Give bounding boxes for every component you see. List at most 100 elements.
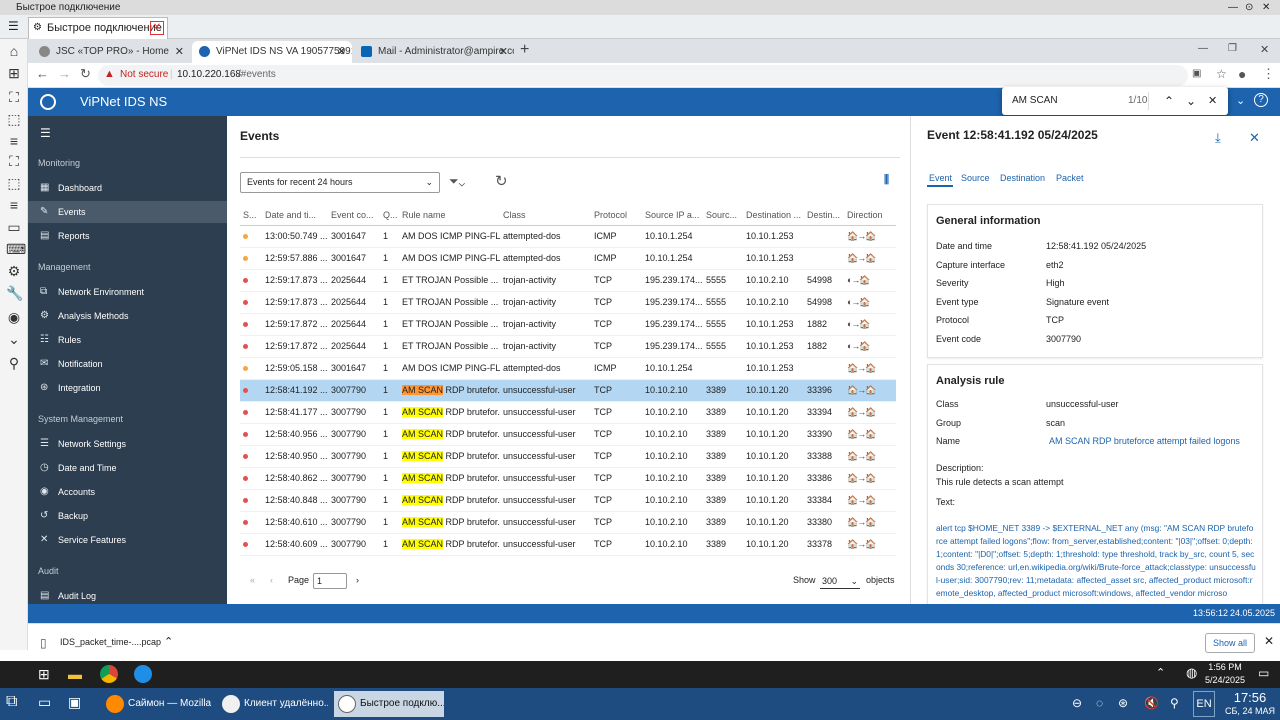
hamburger-icon[interactable]: ☰ <box>40 126 51 140</box>
key-icon[interactable]: ▣ <box>1192 68 1201 79</box>
close-tab-icon[interactable]: ✕ <box>150 21 164 35</box>
table-row[interactable]: 12:58:40.610 ... 3007790 1 AM SCAN RDP brut… <box>240 511 896 534</box>
column-header[interactable]: Class <box>500 205 591 226</box>
column-header[interactable]: Destin... <box>804 205 844 226</box>
tray-chevron-icon[interactable]: ⌃ <box>1156 666 1165 679</box>
fullscreen-icon[interactable]: ⛶ <box>6 89 22 105</box>
table-row[interactable]: 12:59:17.872 ... 2025644 1 ET TROJAN Possib… <box>240 335 896 358</box>
minimize-icon[interactable]: — <box>1198 43 1208 54</box>
close-tab-icon[interactable]: ✕ <box>499 41 508 63</box>
fit-icon[interactable]: ⬚ <box>6 111 22 127</box>
windows-start-icon[interactable]: ⊞ <box>38 666 50 683</box>
keyboard-icon[interactable]: ⌨ <box>6 241 26 257</box>
screen-icon[interactable]: ▭ <box>6 219 22 235</box>
filter-icon[interactable]: ⏷⌄ <box>449 174 465 189</box>
tray-icon-3[interactable]: ⊛ <box>1118 696 1128 710</box>
table-row[interactable]: 13:00:50.749 ... 3001647 1 AM DOS ICMP PING… <box>240 225 896 248</box>
columns-icon[interactable]: ⫼ <box>884 174 889 187</box>
expand-icon[interactable]: ⛶ <box>6 153 22 169</box>
tab-destination[interactable]: Destination <box>1000 173 1045 183</box>
language-indicator[interactable]: EN <box>1193 691 1215 717</box>
restore-icon[interactable]: ❐ <box>1228 43 1237 54</box>
table-row[interactable]: 12:59:17.873 ... 2025644 1 ET TROJAN Possib… <box>240 291 896 314</box>
next-page-icon[interactable]: › <box>356 575 359 585</box>
chevron-down-icon[interactable]: ⌄ <box>6 331 22 347</box>
download-icon[interactable]: ⤓ <box>1215 130 1221 146</box>
find-prev-icon[interactable]: ⌃ <box>1164 87 1174 115</box>
column-header[interactable]: Event co... <box>328 205 380 226</box>
sidebar-item-service-features[interactable]: ✕ Service Features <box>28 529 227 551</box>
close-detail-icon[interactable]: ✕ <box>1249 130 1260 146</box>
show-all-button[interactable]: Show all <box>1205 633 1255 653</box>
table-row[interactable]: 12:59:17.872 ... 2025644 1 ET TROJAN Possib… <box>240 313 896 336</box>
taskbar-firefox[interactable]: Саймон — Mozilla ... <box>102 691 212 717</box>
disconnect-icon[interactable]: ⚲ <box>6 355 22 371</box>
download-file-name[interactable]: IDS_packet_time-....pcap <box>60 637 161 647</box>
table-row[interactable]: 12:58:41.177 ... 3007790 1 AM SCAN RDP brut… <box>240 401 896 424</box>
taskbar-remote-client[interactable]: Клиент удалённо... <box>218 691 328 717</box>
column-header[interactable]: Rule name <box>399 205 500 226</box>
table-row[interactable]: 12:58:40.950 ... 3007790 1 AM SCAN RDP brut… <box>240 445 896 468</box>
sidebar-item-backup[interactable]: ↺ Backup <box>28 505 227 527</box>
column-header[interactable]: Destination ... <box>743 205 804 226</box>
wrench-icon[interactable]: 🔧 <box>6 285 23 301</box>
tab-event[interactable]: Event <box>929 173 952 183</box>
reload-icon[interactable]: ↻ <box>80 66 91 82</box>
sidebar-item-events[interactable]: ✎ Events <box>28 201 227 223</box>
files-icon[interactable]: ▣ <box>68 694 81 711</box>
more-icon[interactable]: ⋮ <box>1262 66 1275 82</box>
find-next-icon[interactable]: ⌄ <box>1186 87 1196 115</box>
browser-tab-ids[interactable]: ViPNet IDS NS VA 1905775991 - V ✕ <box>192 41 352 63</box>
mute-icon[interactable]: 🔇 <box>1144 696 1159 710</box>
column-header[interactable]: Sourc... <box>703 205 743 226</box>
sidebar-item-network-settings[interactable]: ☰ Network Settings <box>28 433 227 455</box>
chevron-down-icon[interactable]: ⌄ <box>1236 94 1245 107</box>
back-icon[interactable]: ← <box>36 66 49 81</box>
tray-icon-2[interactable]: ◌ <box>1096 696 1103 710</box>
browser-tab-mail[interactable]: Mail - Administrator@ampire.com ✕ <box>354 41 514 63</box>
home-icon[interactable]: ⌂ <box>6 43 22 59</box>
tray-icon-1[interactable]: ⊖ <box>1072 696 1082 710</box>
table-row[interactable]: 12:59:57.886 ... 3001647 1 AM DOS ICMP PING… <box>240 247 896 270</box>
sidebar-item-integration[interactable]: ⊛ Integration <box>28 377 227 399</box>
page-input[interactable]: 1 <box>313 573 347 589</box>
maximize-icon[interactable]: ⊙ <box>1245 0 1253 15</box>
taskbar-quick-connect[interactable]: Быстрое подклю... <box>334 691 444 717</box>
network-icon[interactable]: ◍ <box>1186 665 1197 681</box>
address-bar[interactable]: ▲ Not secure | 10.10.220.168 /#events ▣ … <box>98 65 1227 86</box>
desktop-icon[interactable]: ▭ <box>38 694 51 711</box>
close-tab-icon[interactable]: ✕ <box>337 41 346 63</box>
camera-icon[interactable]: ◉ <box>6 309 22 325</box>
find-input[interactable]: AM SCAN <box>1012 87 1058 115</box>
tray-network-icon[interactable]: ⚲ <box>1170 696 1179 710</box>
column-header[interactable]: Source IP a... <box>642 205 703 226</box>
settings-icon[interactable]: ⚙ <box>6 263 22 279</box>
edge-icon[interactable] <box>134 665 152 683</box>
minimize-icon[interactable]: — <box>1228 0 1238 15</box>
table-row[interactable]: 12:58:40.862 ... 3007790 1 AM SCAN RDP brut… <box>240 467 896 490</box>
new-tab-icon[interactable]: + <box>520 41 529 59</box>
help-icon[interactable]: ? <box>1254 93 1268 107</box>
add-icon[interactable]: ⊞ <box>6 65 22 81</box>
profile-icon[interactable]: ● <box>1238 66 1246 82</box>
sidebar-item-reports[interactable]: ▤ Reports <box>28 225 227 247</box>
close-window-icon[interactable]: ✕ <box>1260 43 1269 56</box>
sidebar-item-date-time[interactable]: ◷ Date and Time <box>28 457 227 479</box>
tab-packet[interactable]: Packet <box>1056 173 1084 183</box>
close-downloads-icon[interactable]: ✕ <box>1264 634 1274 648</box>
table-row[interactable]: 12:59:05.158 ... 3001647 1 AM DOS ICMP PING… <box>240 357 896 380</box>
outer-tab[interactable]: ⚙ Быстрое подключение ✕ <box>28 17 168 39</box>
lines-icon[interactable]: ≡ <box>6 197 22 213</box>
chevron-up-icon[interactable]: ⌃ <box>164 635 173 648</box>
sidebar-item-rules[interactable]: ☷ Rules <box>28 329 227 351</box>
table-row[interactable]: 12:59:17.873 ... 2025644 1 ET TROJAN Possib… <box>240 269 896 292</box>
notifications-icon[interactable]: ▭ <box>1258 666 1269 680</box>
refresh-icon[interactable]: ↻ <box>495 172 508 190</box>
chrome-icon[interactable] <box>100 665 118 683</box>
star-icon[interactable]: ☆ <box>1216 67 1227 81</box>
start-icon[interactable]: ⧉ <box>6 693 17 711</box>
sidebar-item-network-environment[interactable]: ⧉ Network Environment <box>28 281 227 303</box>
explorer-icon[interactable]: ▬ <box>68 666 82 682</box>
sidebar-item-notification[interactable]: ✉ Notification <box>28 353 227 375</box>
column-header[interactable]: Direction <box>844 205 896 226</box>
